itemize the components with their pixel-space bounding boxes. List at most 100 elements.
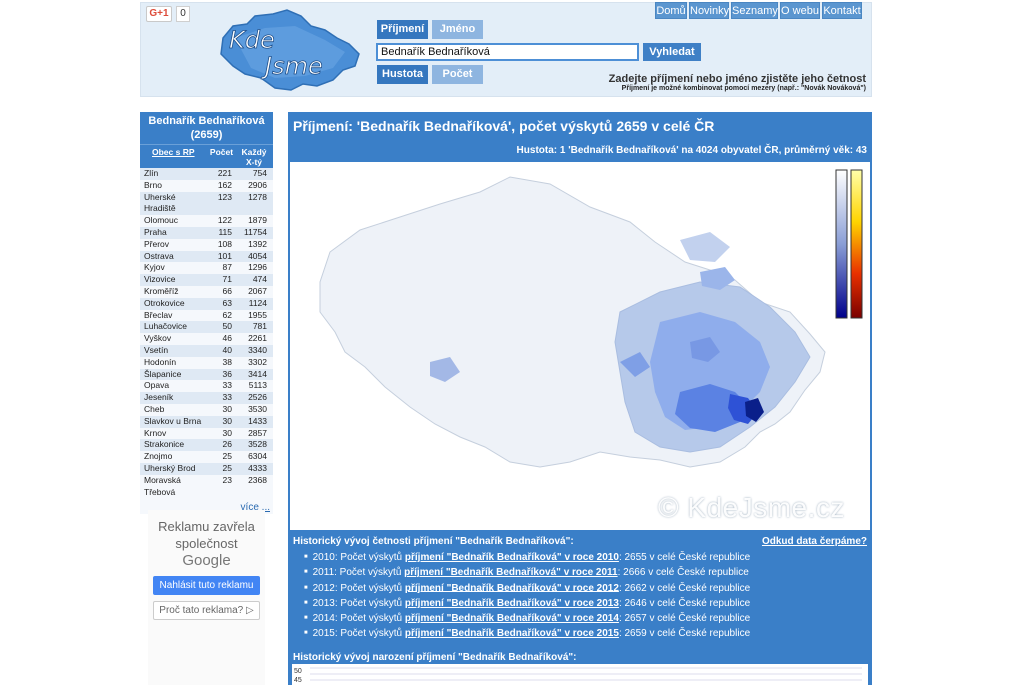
- search-button[interactable]: Vyhledat: [643, 43, 701, 61]
- city-every: 3302: [248, 356, 267, 367]
- city-every: 474: [252, 274, 267, 285]
- city-name: Šlapanice: [144, 368, 182, 379]
- history-count-text: : 2657 v celé České republice: [618, 612, 751, 624]
- city-every: 2526: [248, 392, 267, 403]
- table-row[interactable]: Jeseník 33 2526: [140, 392, 273, 404]
- city-every: 781: [252, 321, 267, 332]
- births-tick-45: 45: [294, 677, 302, 684]
- city-every: 11754: [243, 226, 267, 237]
- city-every: 3530: [248, 403, 267, 414]
- table-row[interactable]: Moravská Třebová 23 2368: [140, 474, 273, 499]
- table-surname: Bednařík Bednaříková: [148, 115, 265, 127]
- history-year-link[interactable]: příjmení "Bednařík Bednaříková" v roce 2…: [404, 567, 617, 578]
- data-source-link[interactable]: Odkud data čerpáme?: [762, 536, 867, 547]
- city-name: Cheb: [144, 403, 165, 414]
- tab-count[interactable]: Počet: [432, 65, 483, 84]
- history-year-text: 2011: Počet výskytů: [312, 567, 405, 579]
- table-row[interactable]: Ostrava 101 4054: [140, 250, 273, 263]
- nav-contact[interactable]: Kontakt: [822, 2, 862, 19]
- table-row[interactable]: Hodonín 38 3302: [140, 356, 273, 369]
- google-plus-button[interactable]: G+1: [146, 6, 172, 22]
- main-panel: Příjmení: 'Bednařík Bednaříková', počet …: [288, 112, 872, 685]
- search-input[interactable]: [376, 43, 639, 61]
- city-name: Jeseník: [144, 392, 174, 403]
- city-count: 30: [222, 427, 232, 438]
- table-row[interactable]: Uherský Brod 25 4333: [140, 462, 273, 475]
- history-count-text: : 2655 v celé České republice: [618, 551, 751, 563]
- city-count: 62: [222, 309, 232, 320]
- tab-name[interactable]: Jméno: [432, 20, 483, 39]
- table-row[interactable]: Opava 33 5113: [140, 380, 273, 393]
- history-year-text: 2015: Počet výskytů: [312, 628, 405, 640]
- history-year-link[interactable]: příjmení "Bednařík Bednaříková" v roce 2…: [405, 582, 619, 593]
- table-row[interactable]: Slavkov u Brna 30 1433: [140, 415, 273, 428]
- table-row[interactable]: Strakonice 26 3528: [140, 439, 273, 452]
- density-map: © KdeJsme.cz: [290, 162, 870, 530]
- col-city[interactable]: Obec s RP: [140, 145, 208, 168]
- city-count: 66: [222, 285, 232, 296]
- city-name: Uherské Hradiště: [144, 191, 176, 214]
- table-row[interactable]: Praha 115 11754: [140, 226, 273, 239]
- city-table: Bednařík Bednaříková (2659) Obec s RP Po…: [140, 112, 273, 515]
- table-row[interactable]: Znojmo 25 6304: [140, 451, 273, 463]
- table-row[interactable]: Cheb 30 3530: [140, 403, 273, 416]
- history-item: 2015: Počet výskytů příjmení "Bednařík B…: [304, 626, 751, 641]
- nav-lists[interactable]: Seznamy: [731, 2, 778, 19]
- city-name: Slavkov u Brna: [144, 415, 202, 426]
- city-every: 1124: [248, 297, 267, 308]
- search-hint: Zadejte příjmení nebo jméno zjistěte jeh…: [608, 73, 866, 85]
- google-logo: Google: [182, 552, 231, 569]
- history-year-link[interactable]: příjmení "Bednařík Bednaříková" v roce 2…: [405, 628, 619, 639]
- city-name: Uherský Brod: [144, 462, 196, 473]
- city-name: Vsetín: [144, 344, 169, 355]
- table-row[interactable]: Vizovice 71 474: [140, 274, 273, 286]
- table-total: (2659): [190, 129, 223, 141]
- report-ad-button[interactable]: Nahlásit tuto reklamu: [153, 576, 260, 595]
- history-title: Historický vývoj četnosti příjmení "Bedn…: [293, 536, 574, 547]
- city-name: Olomouc: [144, 215, 179, 226]
- table-row[interactable]: Kyjov 87 1296: [140, 262, 273, 275]
- city-count: 87: [222, 262, 232, 273]
- city-name: Ostrava: [144, 250, 174, 261]
- city-count: 25: [222, 451, 232, 462]
- city-every: 1278: [248, 191, 267, 202]
- table-row[interactable]: Kroměříž 66 2067: [140, 285, 273, 298]
- births-title: Historický vývoj narození příjmení "Bedn…: [293, 652, 577, 663]
- history-year-link[interactable]: příjmení "Bednařík Bednaříková" v roce 2…: [405, 613, 619, 624]
- history-item: 2012: Počet výskytů příjmení "Bednařík B…: [304, 581, 751, 596]
- tab-density[interactable]: Hustota: [377, 65, 428, 84]
- table-row[interactable]: Otrokovice 63 1124: [140, 297, 273, 310]
- city-every: 5113: [248, 380, 267, 391]
- history-year-link[interactable]: příjmení "Bednařík Bednaříková" v roce 2…: [405, 598, 619, 609]
- city-count: 162: [217, 179, 232, 190]
- city-count: 50: [222, 321, 232, 332]
- table-row[interactable]: Vyškov 46 2261: [140, 333, 273, 345]
- table-row[interactable]: Zlín 221 754: [140, 168, 273, 180]
- city-count: 26: [222, 439, 232, 450]
- table-row[interactable]: Uherské Hradiště 123 1278: [140, 191, 273, 216]
- table-row[interactable]: Luhačovice 50 781: [140, 321, 273, 334]
- nav-about[interactable]: O webu: [780, 2, 820, 19]
- city-every: 754: [252, 168, 267, 178]
- tab-surname[interactable]: Příjmení: [377, 20, 428, 39]
- table-row[interactable]: Olomouc 122 1879: [140, 215, 273, 227]
- city-count: 33: [222, 380, 232, 391]
- table-row[interactable]: Břeclav 62 1955: [140, 309, 273, 322]
- nav-home[interactable]: Domů: [655, 2, 687, 19]
- history-item: 2011: Počet výskytů příjmení "Bednařík B…: [304, 565, 750, 580]
- nav-news[interactable]: Novinky: [689, 2, 729, 19]
- city-every: 2906: [248, 179, 267, 190]
- czech-map[interactable]: [290, 162, 870, 530]
- table-row[interactable]: Přerov 108 1392: [140, 238, 273, 251]
- table-row[interactable]: Brno 162 2906: [140, 179, 273, 192]
- why-ad-button[interactable]: Proč tato reklama? ▷: [153, 601, 260, 620]
- table-row[interactable]: Šlapanice 36 3414: [140, 368, 273, 381]
- city-rows: Zlín 221 754 Brno 162 2906 Uherské Hradiště 123…: [140, 168, 273, 499]
- table-row[interactable]: Krnov 30 2857: [140, 427, 273, 440]
- city-count: 30: [222, 415, 232, 426]
- table-row[interactable]: Vsetín 40 3340: [140, 344, 273, 357]
- kdejsme-logo[interactable]: Kde Jsme: [215, 8, 363, 93]
- history-count-text: : 2662 v celé České republice: [618, 582, 751, 594]
- history-year-link[interactable]: příjmení "Bednařík Bednaříková" v roce 2…: [405, 552, 619, 563]
- city-every: 2261: [248, 333, 267, 344]
